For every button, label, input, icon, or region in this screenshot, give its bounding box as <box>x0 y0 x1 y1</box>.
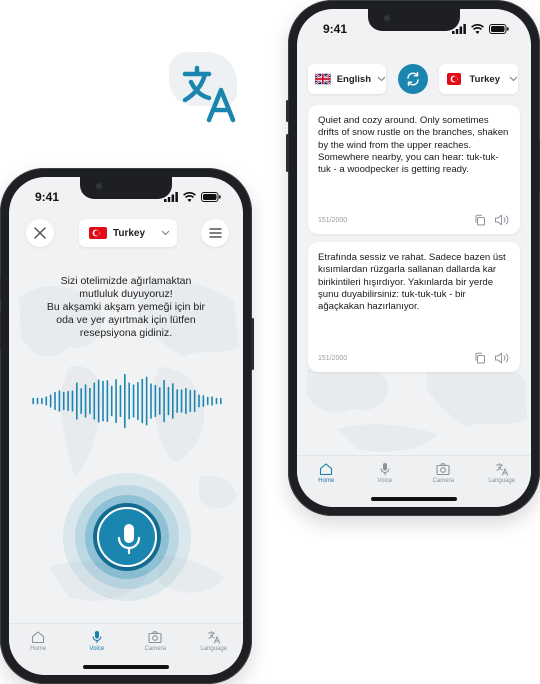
wifi-icon <box>183 192 196 202</box>
source-language-name: English <box>336 73 371 85</box>
microphone-icon <box>92 631 102 643</box>
microphone-icon <box>380 463 390 475</box>
chevron-down-icon <box>377 74 386 84</box>
front-camera <box>384 15 390 21</box>
home-icon <box>320 463 333 476</box>
close-icon <box>34 227 46 239</box>
character-count: 151/2000 <box>318 217 348 224</box>
battery-icon <box>489 24 509 34</box>
target-language-name: Turkey <box>469 73 500 85</box>
status-time: 9:41 <box>35 190 60 204</box>
translated-text-card[interactable]: Etrafında sessiz ve rahat. Sadece bazen … <box>308 242 520 372</box>
phrase-line: resepsiyona gidiniz. <box>79 327 173 339</box>
character-count: 151/2000 <box>318 355 348 362</box>
home-icon <box>32 631 45 644</box>
phrase-line: mutluluk duyuyoruz! <box>79 288 173 300</box>
translate-logo <box>165 46 245 126</box>
speaker-icon[interactable] <box>494 352 510 364</box>
source-text[interactable]: Quiet and cozy around. Only sometimes dr… <box>318 115 510 176</box>
menu-icon <box>208 228 222 238</box>
phrase-line: oda ve yer ayırtmak için lütfen <box>56 314 196 326</box>
translate-icon <box>495 463 508 476</box>
tab-label: Home <box>318 478 335 484</box>
text-phone: 9:41 English Turkey Quiet and cozy aroun… <box>286 0 540 516</box>
voice-phone: 9:41 Turkey Sizi otelimizde ağırlamaktan… <box>0 168 254 684</box>
phrase-line: Bu akşamki akşam yemeği için bir <box>46 301 206 313</box>
flag-turkey-icon <box>447 73 461 85</box>
volume-button <box>286 134 289 172</box>
tab-label: Camera <box>432 478 454 484</box>
translated-phrase: Sizi otelimizde ağırlamaktan mutluluk du… <box>39 275 213 340</box>
swap-icon <box>407 72 419 86</box>
tab-label: Language <box>488 478 516 484</box>
chevron-down-icon <box>509 74 518 84</box>
translate-icon <box>182 65 236 123</box>
wifi-icon <box>471 24 484 34</box>
notch <box>80 177 172 199</box>
silent-switch <box>0 278 1 300</box>
camera-icon <box>148 631 162 644</box>
language-selector[interactable]: Turkey <box>79 219 177 247</box>
text-screen: 9:41 English Turkey Quiet and cozy aroun… <box>297 9 531 507</box>
home-indicator <box>371 497 457 501</box>
camera-icon <box>436 463 450 476</box>
silent-switch <box>286 100 289 122</box>
tab-label: Voice <box>377 478 393 484</box>
phrase-line: Sizi otelimizde ağırlamaktan <box>60 275 192 287</box>
front-camera <box>96 183 102 189</box>
tab-label: Home <box>30 646 47 652</box>
volume-button <box>0 312 1 350</box>
home-indicator <box>83 665 169 669</box>
audio-waveform <box>32 373 222 429</box>
stage: 9:41 Turkey Sizi otelimizde ağırlamaktan… <box>0 0 540 684</box>
source-language-selector[interactable]: English <box>308 64 386 94</box>
translated-text[interactable]: Etrafında sessiz ve rahat. Sadece bazen … <box>318 252 510 313</box>
microphone-icon <box>117 524 141 555</box>
tab-label: Language <box>200 646 228 652</box>
notch <box>368 9 460 31</box>
translate-icon <box>207 631 220 644</box>
swap-languages-button[interactable] <box>398 64 428 94</box>
target-language-selector[interactable]: Turkey <box>439 64 518 94</box>
tab-label: Voice <box>89 646 105 652</box>
battery-icon <box>201 192 221 202</box>
record-button-inner[interactable] <box>97 507 157 567</box>
flag-turkey-icon <box>89 227 107 239</box>
tab-language[interactable]: Language <box>480 462 524 507</box>
chevron-down-icon <box>161 228 170 238</box>
power-button <box>251 318 254 370</box>
copy-icon[interactable] <box>474 214 486 226</box>
source-text-card[interactable]: Quiet and cozy around. Only sometimes dr… <box>308 105 520 234</box>
menu-button[interactable] <box>201 219 229 247</box>
flag-uk-icon <box>315 73 331 85</box>
status-time: 9:41 <box>323 22 348 36</box>
tab-label: Camera <box>144 646 166 652</box>
copy-icon[interactable] <box>474 352 486 364</box>
language-name: Turkey <box>113 227 146 239</box>
close-button[interactable] <box>26 219 54 247</box>
tab-home[interactable]: Home <box>16 630 60 675</box>
record-area <box>63 473 191 601</box>
tab-language[interactable]: Language <box>192 630 236 675</box>
speaker-icon[interactable] <box>494 214 510 226</box>
voice-screen: 9:41 Turkey Sizi otelimizde ağırlamaktan… <box>9 177 243 675</box>
tab-home[interactable]: Home <box>304 462 348 507</box>
